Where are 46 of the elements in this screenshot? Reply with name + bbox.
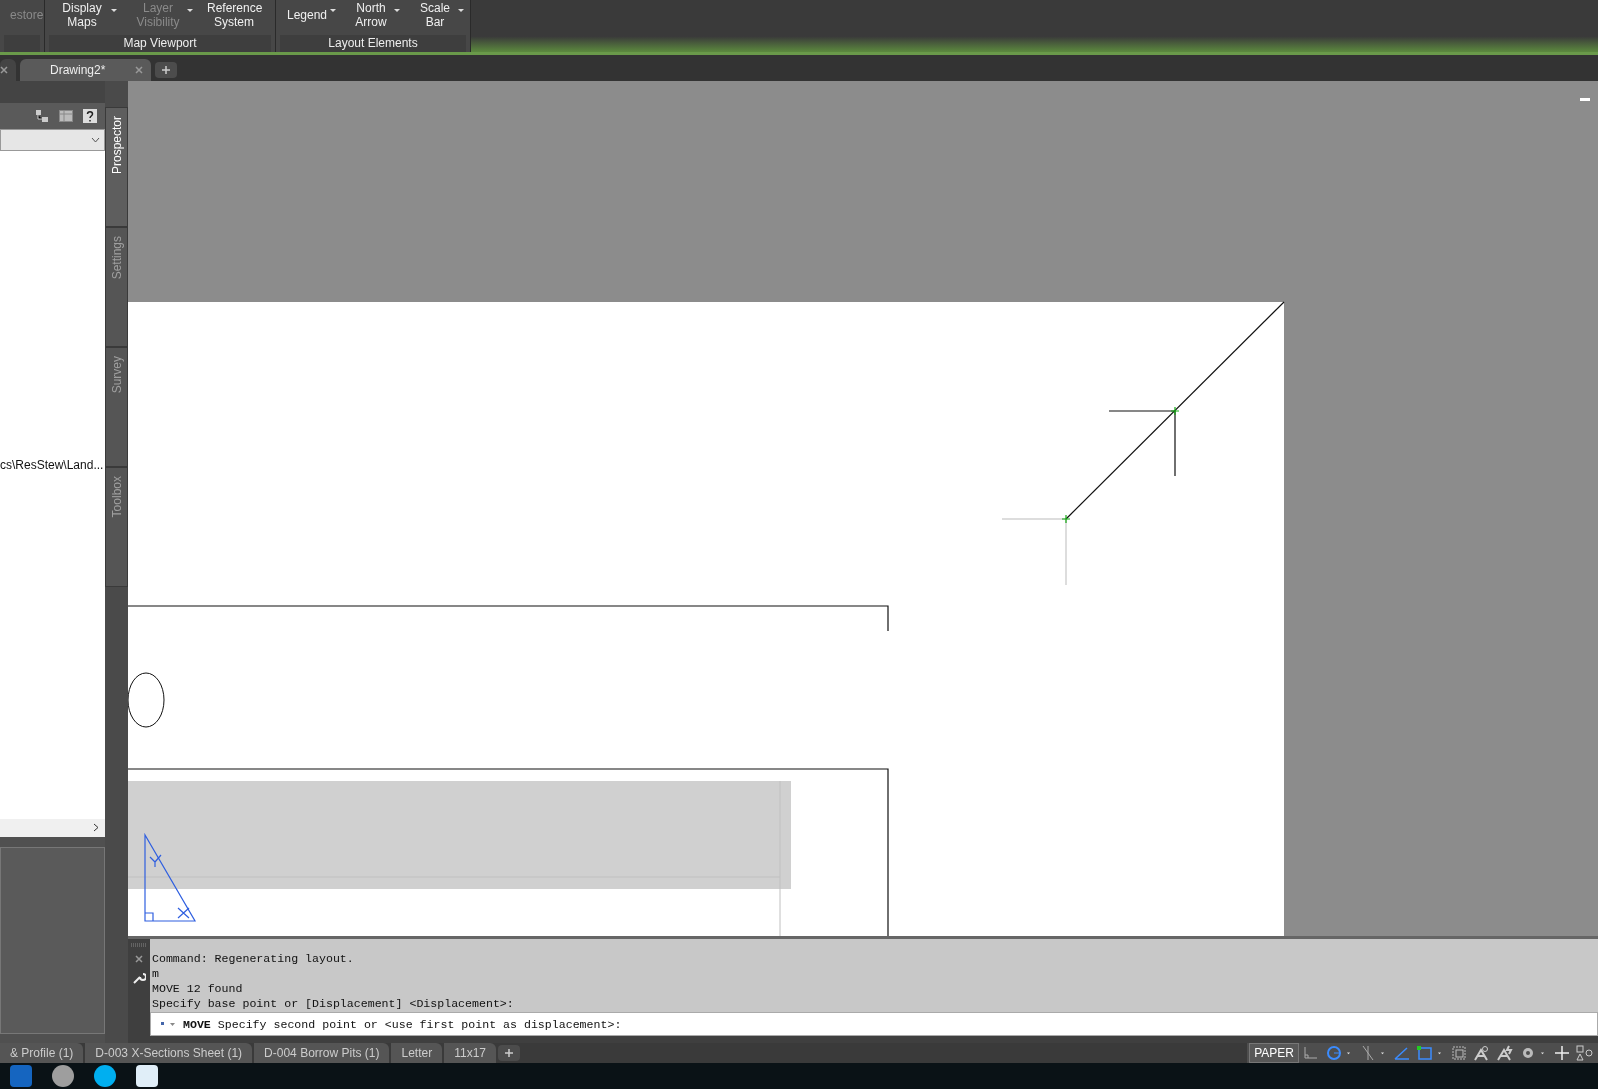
shapes-icon[interactable] [1574, 1043, 1596, 1062]
document-tab[interactable] [0, 58, 16, 81]
wrench-icon[interactable] [132, 971, 146, 986]
cad-app-icon[interactable] [136, 1064, 158, 1087]
table-icon[interactable] [59, 109, 73, 122]
help-icon[interactable] [83, 108, 97, 123]
command-history-line: Command: Regenerating layout. [152, 951, 355, 967]
command-history-line: Specify base point or [Displacement] <Displacement>: [152, 996, 515, 1012]
new-layout-button[interactable] [498, 1044, 520, 1061]
layout-tab[interactable]: D-004 Borrow Pits (1) [254, 1042, 390, 1063]
layout-tab[interactable]: 11x17 [444, 1042, 496, 1063]
paper-space-button[interactable]: PAPER [1249, 1042, 1299, 1063]
panel-title: Map Viewport [49, 34, 271, 52]
command-history-line: MOVE 12 found [152, 981, 244, 997]
layout-tab[interactable]: & Profile (1) [0, 1042, 84, 1063]
ribbon-button[interactable]: Reference System [201, 0, 271, 30]
plus-icon [504, 1047, 514, 1058]
ribbon-button[interactable]: Legend [280, 0, 338, 30]
plus-icon [161, 64, 172, 75]
crosshair-cursor [1108, 410, 1176, 477]
dropdown-field[interactable] [0, 128, 105, 151]
ribbon-button[interactable]: North Arrow [344, 0, 402, 30]
chevron-down-icon [91, 136, 100, 143]
hierarchy-icon[interactable] [35, 108, 49, 123]
panel-title: Layout Elements [280, 34, 466, 52]
minimize-icon[interactable] [1580, 97, 1590, 102]
close-icon[interactable] [135, 955, 143, 964]
ribbon-button[interactable]: Display Maps [49, 0, 119, 30]
side-tab[interactable]: Prospector [105, 106, 128, 227]
chevron-right-icon[interactable] [93, 823, 99, 833]
snap-marker [1061, 514, 1071, 524]
tree-item[interactable]: cs\ResStew\Land... [0, 457, 105, 472]
new-tab-button[interactable] [155, 61, 178, 78]
prompt-icon [161, 1021, 177, 1028]
ucs-triangle-icon [144, 832, 197, 922]
command-input[interactable]: MOVE Specify second point or <use first point as displacement>: [150, 1012, 1598, 1037]
close-icon[interactable] [135, 65, 144, 74]
grip-icon[interactable] [131, 943, 147, 948]
layout-tab[interactable]: D-003 X-Sections Sheet (1) [85, 1042, 253, 1063]
snap-marker [1170, 406, 1180, 416]
layout-tab[interactable]: Letter [391, 1042, 443, 1063]
close-icon[interactable] [0, 65, 8, 74]
crosshair-cursor [1001, 518, 1067, 586]
document-tab[interactable]: Drawing2* [20, 58, 152, 81]
command-history-line: m [152, 966, 160, 982]
ribbon-button[interactable]: Scale Bar [408, 0, 466, 30]
